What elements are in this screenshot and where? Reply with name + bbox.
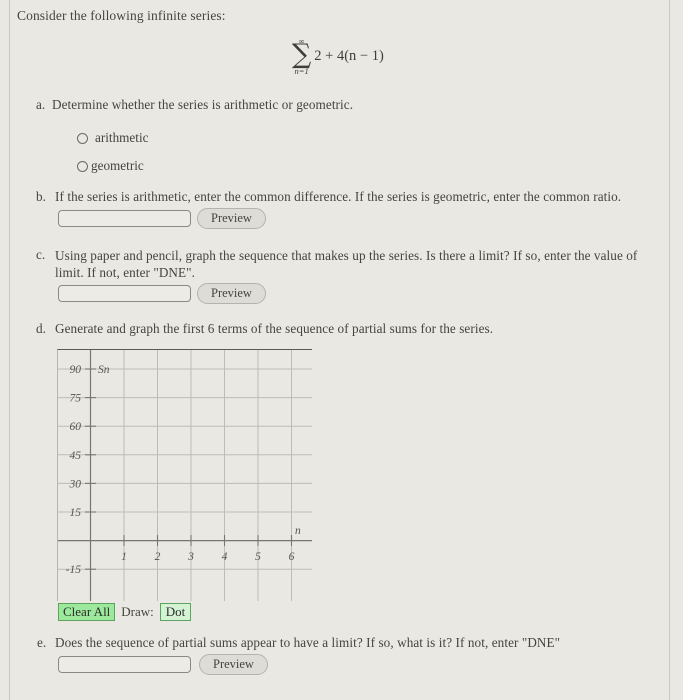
radio-arithmetic-icon[interactable] [77,132,88,144]
graph-y-tick-neg15: -15 [66,564,82,576]
worksheet-page: Consider the following infinite series: … [0,0,683,700]
graph-x-tick-4: 4 [222,551,228,563]
graph-x-tick-3: 3 [187,551,194,563]
graph-y-axis-label: Sn [98,364,110,376]
answer-input-b[interactable] [58,210,191,227]
graph-y-tick-45: 45 [70,450,82,462]
graph-vertical-gridlines [90,349,292,601]
question-c-text: Using paper and pencil, graph the sequen… [55,248,638,280]
question-d-text: Generate and graph the first 6 terms of … [55,321,494,336]
clear-all-button[interactable]: Clear All [58,603,116,621]
question-e-letter: e. [37,635,47,650]
question-b-text: If the series is arithmetic, enter the c… [55,189,622,204]
radio-option-arithmetic[interactable]: arithmetic [77,130,148,146]
preview-button-e[interactable]: Preview [199,654,268,675]
preview-button-c[interactable]: Preview [197,283,266,304]
graph-y-tick-90: 90 [70,364,82,376]
graph-x-tick-6: 6 [289,551,295,563]
question-c-letter: c. [36,247,46,262]
radio-arithmetic-label: arithmetic [95,130,149,145]
page-right-border [669,0,670,700]
question-a-text: Determine whether the series is arithmet… [52,97,354,112]
summation-lower-limit: n=1 [294,65,309,76]
preview-button-b[interactable]: Preview [197,208,266,229]
radio-option-geometric[interactable]: geometric [77,158,144,174]
question-d-letter: d. [36,321,46,336]
answer-input-c[interactable] [58,285,191,302]
summation-symbol-group: ∞ ∑ n=1 [292,38,311,75]
partial-sums-graph[interactable]: 90 75 60 45 30 15 -15 1 2 3 4 5 6 Sn n [57,349,312,601]
draw-mode-label: Draw: [121,604,154,619]
radio-geometric-icon[interactable] [77,160,88,172]
answer-input-e[interactable] [58,656,191,673]
page-left-border [9,0,10,700]
question-a-letter: a. [36,97,46,112]
graph-y-tick-60: 60 [70,421,82,433]
graph-toolbar: Clear All Draw: Dot [58,603,192,621]
sigma-icon: ∑ [292,39,312,70]
graph-x-tick-5: 5 [255,551,261,563]
summation-expression: 2 + 4(n − 1) [314,48,384,65]
question-e-text: Does the sequence of partial sums appear… [55,635,561,650]
question-b-letter: b. [36,189,46,204]
graph-x-tick-1: 1 [121,551,127,563]
graph-y-tick-30: 30 [69,478,82,490]
graph-x-tick-2: 2 [155,551,161,563]
intro-text: Consider the following infinite series: [17,8,226,23]
graph-y-tick-75: 75 [70,393,82,405]
graph-horizontal-gridlines [57,368,312,570]
series-formula: ∞ ∑ n=1 2 + 4(n − 1) [292,38,384,75]
graph-canvas[interactable]: 90 75 60 45 30 15 -15 1 2 3 4 5 6 Sn n [57,349,312,601]
radio-geometric-label: geometric [91,158,144,173]
draw-mode-dot-button[interactable]: Dot [159,603,192,621]
graph-x-axis-label: n [295,525,301,537]
graph-y-tick-15: 15 [70,507,82,519]
